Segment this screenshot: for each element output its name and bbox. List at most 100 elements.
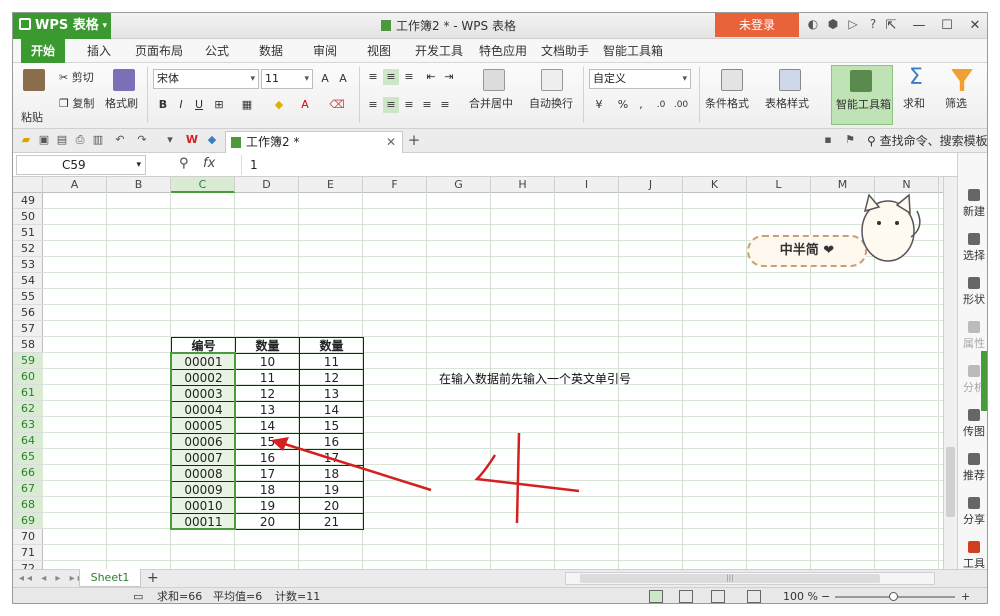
tab-developer[interactable]: 开发工具 xyxy=(415,39,463,63)
export-pdf-icon[interactable]: ▤ xyxy=(55,133,69,147)
column-header[interactable]: F xyxy=(363,177,427,193)
sum-icon[interactable]: Σ xyxy=(909,65,923,90)
percent-icon[interactable]: % xyxy=(615,97,631,113)
column-header[interactable]: C xyxy=(171,177,235,193)
clear-format-icon[interactable]: ⌫ xyxy=(329,97,345,113)
row-header[interactable]: 70 xyxy=(13,529,43,545)
table-cell[interactable]: 00011 xyxy=(171,513,236,530)
row-header[interactable]: 72 xyxy=(13,561,43,569)
paste-icon[interactable] xyxy=(23,69,45,91)
table-style-button[interactable]: 表格样式 xyxy=(765,95,809,111)
font-size-select[interactable]: 11 xyxy=(261,69,313,89)
align-bottom-icon[interactable]: ≡ xyxy=(401,69,417,85)
table-cell[interactable]: 00005 xyxy=(171,417,236,434)
table-cell[interactable]: 00007 xyxy=(171,449,236,466)
data-table[interactable]: 编号 数量 数量 00001 10 11 00002 11 12 00003 12 13 00004 13… xyxy=(171,337,364,530)
table-cell[interactable]: 00009 xyxy=(171,481,236,498)
page-layout-view-icon[interactable] xyxy=(711,590,725,603)
table-cell[interactable]: 18 xyxy=(235,481,300,498)
tab-formulas[interactable]: 公式 xyxy=(205,39,229,63)
paste-button[interactable]: 粘贴 xyxy=(21,109,43,125)
conditional-format-icon[interactable] xyxy=(721,69,743,91)
table-cell[interactable]: 13 xyxy=(299,385,364,402)
table-cell[interactable]: 20 xyxy=(235,513,300,530)
row-header[interactable]: 68 xyxy=(13,497,43,513)
panel-share[interactable]: 分享 xyxy=(958,497,987,527)
table-cell[interactable]: 14 xyxy=(235,417,300,434)
row-header[interactable]: 63 xyxy=(13,417,43,433)
panel-upload-image[interactable]: 传图 xyxy=(958,409,987,439)
customize-icon[interactable]: ▾ xyxy=(163,133,177,147)
align-left-icon[interactable]: ≡ xyxy=(365,97,381,113)
table-cell[interactable]: 17 xyxy=(299,449,364,466)
row-header[interactable]: 50 xyxy=(13,209,43,225)
shrink-font-icon[interactable]: A xyxy=(335,71,351,87)
align-top-icon[interactable]: ≡ xyxy=(365,69,381,85)
flag-icon[interactable]: ⚑ xyxy=(843,133,857,147)
panel-toggle-tab[interactable] xyxy=(981,351,987,411)
panel-properties[interactable]: 属性 xyxy=(958,321,987,351)
distribute-icon[interactable]: ≡ xyxy=(437,97,453,113)
row-header[interactable]: 51 xyxy=(13,225,43,241)
align-right-icon[interactable]: ≡ xyxy=(401,97,417,113)
panel-recommend[interactable]: 推荐 xyxy=(958,453,987,483)
column-header[interactable]: E xyxy=(299,177,363,193)
app-menu-button[interactable]: WPS 表格 ▾ xyxy=(13,13,111,39)
sheet-tab-sheet1[interactable]: Sheet1 xyxy=(79,569,141,587)
feedback-icon[interactable]: ▷ xyxy=(843,17,863,31)
vertical-scrollbar[interactable] xyxy=(943,177,957,569)
table-cell[interactable]: 21 xyxy=(299,513,364,530)
column-header[interactable]: G xyxy=(427,177,491,193)
increase-decimal-icon[interactable]: .0 xyxy=(653,97,669,113)
save-icon[interactable]: ▣ xyxy=(37,133,51,147)
command-search[interactable]: ⚲ 查找命令、搜索模板 xyxy=(867,129,987,153)
table-cell[interactable]: 00004 xyxy=(171,401,236,418)
table-cell[interactable]: 19 xyxy=(299,481,364,498)
minimize-button[interactable]: — xyxy=(905,13,933,39)
format-painter-button[interactable]: 格式刷 xyxy=(105,95,138,111)
zoom-out-icon[interactable]: − xyxy=(821,588,830,603)
new-tab-icon[interactable]: + xyxy=(407,133,421,148)
undo-icon[interactable]: ↶ xyxy=(113,133,127,147)
table-cell[interactable]: 10 xyxy=(235,353,300,370)
column-header[interactable]: H xyxy=(491,177,555,193)
zoom-in-icon[interactable]: + xyxy=(961,588,970,603)
smart-toolbox-button[interactable]: 智能工具箱 xyxy=(831,65,893,125)
fill-color-icon[interactable]: ◆ xyxy=(271,97,287,113)
merge-center-icon[interactable] xyxy=(483,69,505,91)
row-header[interactable]: 61 xyxy=(13,385,43,401)
table-cell[interactable]: 19 xyxy=(235,497,300,514)
bold-icon[interactable]: B xyxy=(155,97,171,113)
format-painter-icon[interactable] xyxy=(113,69,135,91)
scroll-thumb[interactable] xyxy=(946,447,955,517)
table-cell[interactable]: 00003 xyxy=(171,385,236,402)
indent-increase-icon[interactable]: ⇥ xyxy=(441,69,457,85)
tab-data[interactable]: 数据 xyxy=(259,39,283,63)
table-cell[interactable]: 18 xyxy=(299,465,364,482)
indent-decrease-icon[interactable]: ⇤ xyxy=(423,69,439,85)
login-button[interactable]: 未登录 xyxy=(715,13,799,37)
row-header[interactable]: 71 xyxy=(13,545,43,561)
decrease-decimal-icon[interactable]: .00 xyxy=(673,97,689,113)
maximize-button[interactable]: ☐ xyxy=(933,13,961,39)
column-header[interactable]: M xyxy=(811,177,875,193)
column-header[interactable]: L xyxy=(747,177,811,193)
merge-border-icon[interactable]: ▦ xyxy=(239,97,255,113)
number-format-select[interactable]: 自定义 xyxy=(589,69,691,89)
page-break-view-icon[interactable] xyxy=(679,590,693,603)
select-all-corner[interactable] xyxy=(13,177,43,193)
skin-icon[interactable]: ◐ xyxy=(803,17,823,31)
table-header-cell[interactable]: 数量 xyxy=(235,337,300,354)
thousands-icon[interactable]: , xyxy=(633,97,649,113)
wps-home-icon[interactable]: W xyxy=(185,133,199,147)
column-header[interactable]: I xyxy=(555,177,619,193)
row-header[interactable]: 57 xyxy=(13,321,43,337)
table-cell[interactable]: 11 xyxy=(235,369,300,386)
zoom-level[interactable]: 100 % xyxy=(783,588,818,603)
table-header-cell[interactable]: 编号 xyxy=(171,337,236,354)
tab-view[interactable]: 视图 xyxy=(367,39,391,63)
row-header[interactable]: 53 xyxy=(13,257,43,273)
merge-center-button[interactable]: 合并居中 xyxy=(469,95,513,111)
row-header[interactable]: 69 xyxy=(13,513,43,529)
row-header[interactable]: 59 xyxy=(13,353,43,369)
